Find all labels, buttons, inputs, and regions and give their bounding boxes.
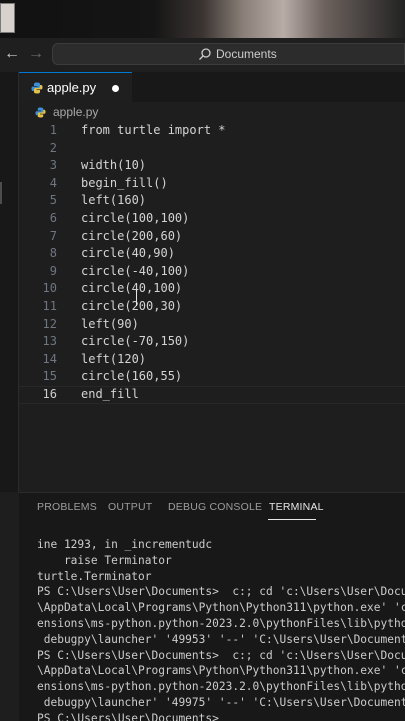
line-number: 3	[49, 158, 57, 173]
code-line[interactable]: 11 circle(200,30)	[19, 298, 405, 316]
line-number: 16	[42, 387, 57, 401]
line-number: 2	[49, 140, 57, 155]
code-text: left(160)	[81, 193, 147, 208]
code-text: circle(-40,100)	[81, 263, 190, 278]
python-file-icon	[35, 107, 46, 118]
code-text: width(10)	[81, 158, 147, 173]
arrow-left-icon[interactable]: ←	[4, 44, 20, 64]
line-number: 9	[49, 263, 57, 278]
code-line[interactable]: 14 left(120)	[19, 351, 405, 369]
search-icon	[199, 48, 211, 60]
line-number: 7	[49, 228, 57, 243]
code-line[interactable]: 3 width(10)	[19, 157, 405, 175]
tab-terminal[interactable]: TERMINAL	[269, 501, 324, 513]
mouse-ibeam-cursor	[136, 290, 137, 306]
code-line[interactable]: 1 from turtle import *	[19, 122, 405, 140]
editor-tab-bar: apple.py	[19, 72, 405, 102]
tab-problems[interactable]: PROBLEMS	[37, 501, 97, 513]
terminal-line: \AppData\Local\Programs\Python\Python311…	[37, 664, 405, 678]
code-line[interactable]: 7 circle(200,60)	[19, 228, 405, 246]
activity-bar	[0, 72, 18, 492]
title-bar: ← → Documents	[0, 38, 405, 73]
code-text: circle(40,100)	[81, 281, 183, 296]
active-tab-underline	[268, 519, 316, 520]
code-text: left(90)	[81, 316, 139, 331]
terminal-line: raise Terminator	[37, 553, 172, 567]
code-text: from turtle import *	[81, 123, 226, 137]
window-thumbnail	[0, 3, 15, 33]
line-number: 6	[49, 211, 57, 225]
arrow-right-icon[interactable]: →	[28, 44, 44, 64]
line-number: 12	[42, 316, 57, 331]
terminal-line: debugpy\launcher' '49953' '--' 'C:\Users…	[37, 632, 405, 646]
line-number: 15	[42, 369, 57, 384]
terminal-line: turtle.Terminator	[37, 569, 152, 583]
terminal-line: ensions\ms-python.python-2023.2.0\python…	[37, 680, 405, 694]
terminal-output[interactable]: ine 1293, in _incrementudc raise Termina…	[37, 537, 405, 721]
code-text: end_fill	[81, 387, 139, 401]
tab-debug-console[interactable]: DEBUG CONSOLE	[168, 501, 262, 513]
code-text: circle(200,30)	[81, 299, 183, 313]
code-line[interactable]: 15 circle(160,55)	[19, 368, 405, 386]
terminal-prompt-line: PS C:\Users\User\Documents>	[37, 711, 226, 721]
line-number: 13	[42, 334, 57, 349]
terminal-line: ine 1293, in _incrementudc	[37, 538, 213, 551]
code-text: circle(160,55)	[81, 369, 183, 384]
code-text: circle(40,90)	[81, 246, 175, 261]
line-number: 11	[42, 299, 57, 313]
line-number: 1	[49, 123, 57, 137]
code-line[interactable]: 2	[19, 140, 405, 158]
code-text: circle(100,100)	[81, 211, 190, 225]
bottom-panel: PROBLEMS OUTPUT DEBUG CONSOLE TERMINAL i…	[19, 492, 405, 721]
line-number: 14	[42, 351, 57, 366]
code-text: circle(200,60)	[81, 228, 183, 243]
terminal-line: ensions\ms-python.python-2023.2.0\python…	[37, 616, 405, 630]
code-line[interactable]: 8 circle(40,90)	[19, 245, 405, 263]
line-number: 8	[49, 246, 57, 261]
terminal-line: PS C:\Users\User\Documents> c:; cd 'c:\U…	[37, 585, 405, 599]
activity-indicator	[0, 182, 2, 204]
code-line[interactable]: 5 left(160)	[19, 192, 405, 210]
webcam-photo-strip	[0, 0, 405, 38]
code-line[interactable]: 13 circle(-70,150)	[19, 333, 405, 351]
terminal-line: \AppData\Local\Programs\Python\Python311…	[37, 601, 405, 615]
code-line[interactable]: 16 end_fill	[19, 386, 405, 404]
terminal-line: PS C:\Users\User\Documents> c:; cd 'c:\U…	[37, 648, 405, 662]
python-file-icon	[31, 82, 43, 94]
unsaved-dot-icon[interactable]	[112, 85, 119, 92]
code-line[interactable]: 9 circle(-40,100)	[19, 263, 405, 281]
line-number: 5	[49, 193, 57, 208]
code-text: begin_fill()	[81, 175, 168, 190]
code-text: circle(-70,150)	[81, 334, 190, 349]
command-center-search[interactable]: Documents	[52, 43, 405, 65]
line-number: 4	[49, 175, 57, 190]
command-center-label: Documents	[216, 47, 277, 61]
code-line[interactable]: 4 begin_fill()	[19, 175, 405, 193]
tab-label: apple.py	[47, 80, 97, 95]
breadcrumb-file-label: apple.py	[53, 105, 99, 119]
code-line[interactable]: 6 circle(100,100)	[19, 210, 405, 228]
tab-apple-py[interactable]: apple.py	[19, 72, 132, 102]
line-number: 10	[42, 281, 57, 296]
tab-output[interactable]: OUTPUT	[108, 501, 152, 513]
code-text: left(120)	[81, 351, 147, 366]
code-editor[interactable]: 1 from turtle import * 2 3 width(10) 4 begi…	[19, 122, 405, 490]
code-line[interactable]: 12 left(90)	[19, 316, 405, 334]
terminal-line: debugpy\launcher' '49975' '--' 'C:\Users…	[37, 695, 405, 709]
code-line[interactable]: 10 circle(40,100)	[19, 280, 405, 298]
